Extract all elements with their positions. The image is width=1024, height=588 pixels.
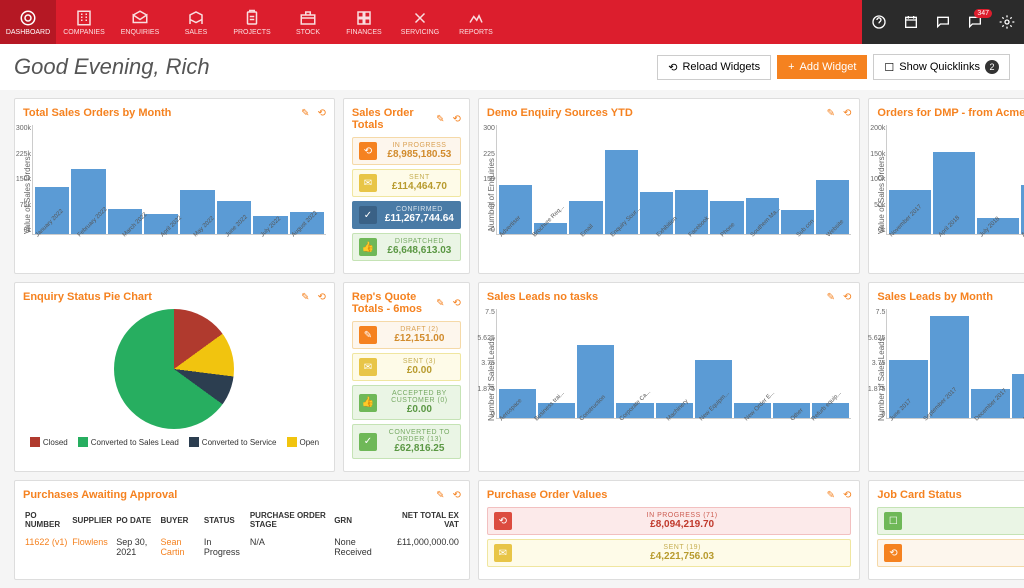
refresh-icon[interactable]: ⟲ [843, 490, 851, 501]
widget-reps-quote-totals: Rep's Quote Totals - 6mos✎⟲ ✎DRAFT (2)£1… [343, 282, 470, 472]
main-nav: DASHBOARD COMPANIES ENQUIRIES SALES PROJ… [0, 0, 862, 44]
status-in-progress[interactable]: ⟲IN PROGRESS£8,985,180.53 [352, 137, 461, 165]
widget-purchases-awaiting-approval: Purchases Awaiting Approval✎⟲ PO NUMBERS… [14, 480, 470, 580]
status-sent[interactable]: ✉SENT£114,464.70 [352, 169, 461, 197]
widget-total-sales-orders: Total Sales Orders by Month✎⟲ Value of S… [14, 98, 335, 274]
nav-sales[interactable]: SALES [168, 0, 224, 44]
help-icon[interactable] [870, 13, 888, 31]
status-confirmed[interactable]: ✓CONFIRMED£11,267,744.64 [352, 201, 461, 229]
pie-chart [114, 309, 234, 429]
nav-finances[interactable]: FINANCES [336, 0, 392, 44]
refresh-icon[interactable]: ⟲ [452, 490, 460, 501]
add-widget-button[interactable]: +Add Widget [777, 55, 867, 79]
widget-sales-leads-by-month: Sales Leads by Month✎⟲ Number of Sales L… [868, 282, 1024, 472]
widget-job-card-status: Job Card Status✎⟲ ☐OPEN62 ⟲IN PROGRESS16 [868, 480, 1024, 580]
page-greeting: Good Evening, Rich [14, 54, 651, 80]
refresh-icon[interactable]: ⟲ [452, 114, 460, 125]
calendar-icon[interactable] [902, 13, 920, 31]
refresh-icon[interactable]: ⟲ [843, 108, 851, 119]
widget-purchase-order-values: Purchase Order Values✎⟲ ⟲IN PROGRESS (71… [478, 480, 861, 580]
pie-legend: Closed Converted to Sales Lead Converted… [30, 437, 319, 447]
nav-projects[interactable]: PROJECTS [224, 0, 280, 44]
po-table: PO NUMBERSUPPLIERPO DATEBUYERSTATUSPURCH… [23, 507, 461, 561]
widget-orders-dmp: Orders for DMP - from Acme✎⟲ Value of Sa… [868, 98, 1024, 274]
chat-icon[interactable] [934, 13, 952, 31]
refresh-icon[interactable]: ⟲ [318, 292, 326, 303]
edit-icon[interactable]: ✎ [436, 298, 444, 309]
nav-stock[interactable]: STOCK [280, 0, 336, 44]
notif-badge: 347 [974, 9, 992, 18]
settings-icon[interactable] [998, 13, 1016, 31]
edit-icon[interactable]: ✎ [436, 490, 444, 501]
show-quicklinks-button[interactable]: ☐Show Quicklinks2 [873, 54, 1010, 80]
nav-reports[interactable]: REPORTS [448, 0, 504, 44]
nav-enquiries[interactable]: ENQUIRIES [112, 0, 168, 44]
notifications-icon[interactable]: 347 [966, 13, 984, 31]
refresh-icon[interactable]: ⟲ [452, 298, 460, 309]
edit-icon[interactable]: ✎ [301, 292, 309, 303]
table-row[interactable]: 11622 (v1) Flowlens Sep 30, 2021 Sean Ca… [23, 533, 461, 561]
widget-sales-leads-no-tasks: Sales Leads no tasks✎⟲ Number of Sales L… [478, 282, 861, 472]
edit-icon[interactable]: ✎ [827, 108, 835, 119]
edit-icon[interactable]: ✎ [827, 490, 835, 501]
edit-icon[interactable]: ✎ [827, 292, 835, 303]
nav-dashboard[interactable]: DASHBOARD [0, 0, 56, 44]
widget-enquiry-status-pie: Enquiry Status Pie Chart✎⟲ Closed Conver… [14, 282, 335, 472]
edit-icon[interactable]: ✎ [301, 108, 309, 119]
widget-demo-enquiry-sources: Demo Enquiry Sources YTD✎⟲ Number of Enq… [478, 98, 861, 274]
refresh-icon[interactable]: ⟲ [843, 292, 851, 303]
nav-companies[interactable]: COMPANIES [56, 0, 112, 44]
reload-widgets-button[interactable]: ⟲Reload Widgets [657, 55, 771, 80]
widget-sales-order-totals: Sales Order Totals✎⟲ ⟲IN PROGRESS£8,985,… [343, 98, 470, 274]
refresh-icon[interactable]: ⟲ [318, 108, 326, 119]
nav-servicing[interactable]: SERVICING [392, 0, 448, 44]
edit-icon[interactable]: ✎ [436, 114, 444, 125]
status-dispatched[interactable]: 👍DISPATCHED£6,648,613.03 [352, 233, 461, 261]
